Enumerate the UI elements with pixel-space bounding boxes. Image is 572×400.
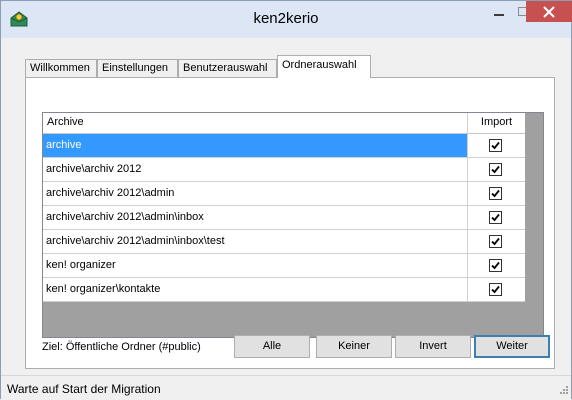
folder-name-cell[interactable]: archive\archiv 2012\admin\inbox (43, 206, 468, 230)
select-all-button[interactable]: Alle (234, 335, 310, 358)
tab-ordnerauswahl[interactable]: Ordnerauswahl (277, 55, 371, 78)
checkmark-icon (491, 165, 500, 174)
title-bar[interactable]: ken2kerio (1, 1, 572, 38)
checkmark-icon (491, 189, 500, 198)
close-icon (543, 6, 555, 18)
tab-benutzerauswahl[interactable]: Benutzerauswahl (178, 59, 277, 77)
import-checkbox[interactable] (489, 211, 502, 224)
folder-grid[interactable]: Archive Import archive archive\archiv 201… (42, 112, 544, 338)
status-bar: Warte auf Start der Migration (1, 375, 571, 400)
status-text: Warte auf Start der Migration (7, 382, 161, 396)
main-window: ken2kerio Willkommen Einstellungen Benut… (0, 0, 572, 400)
tab-einstellungen[interactable]: Einstellungen (97, 59, 178, 77)
table-row[interactable]: archive\archiv 2012 (43, 158, 525, 182)
table-row[interactable]: archive\archiv 2012\admin\inbox\test (43, 230, 525, 254)
column-header-import[interactable]: Import (468, 113, 525, 133)
import-checkbox[interactable] (489, 259, 502, 272)
import-cell (468, 182, 525, 206)
checkmark-icon (491, 285, 500, 294)
import-checkbox[interactable] (489, 139, 502, 152)
minimize-icon (494, 14, 504, 16)
tab-willkommen[interactable]: Willkommen (25, 59, 97, 77)
resize-grip-icon[interactable] (558, 384, 568, 397)
import-cell (468, 134, 525, 158)
invert-button[interactable]: Invert (395, 335, 471, 358)
table-row[interactable]: archive\archiv 2012\admin\inbox (43, 206, 525, 230)
import-checkbox[interactable] (489, 235, 502, 248)
table-row[interactable]: archive\archiv 2012\admin (43, 182, 525, 206)
folder-name-cell[interactable]: archive (43, 134, 468, 158)
import-checkbox[interactable] (489, 187, 502, 200)
close-button[interactable] (526, 1, 572, 22)
table-row[interactable]: ken! organizer\kontakte (43, 278, 525, 302)
checkmark-icon (491, 261, 500, 270)
minimize-button[interactable] (487, 1, 511, 22)
table-row[interactable]: archive (43, 134, 525, 158)
import-cell (468, 158, 525, 182)
tab-panel-ordnerauswahl: Archive Import archive archive\archiv 201… (25, 77, 555, 369)
next-button[interactable]: Weiter (474, 335, 550, 358)
table-row[interactable]: ken! organizer (43, 254, 525, 278)
import-cell (468, 230, 525, 254)
import-checkbox[interactable] (489, 163, 502, 176)
checkmark-icon (491, 237, 500, 246)
checkmark-icon (491, 141, 500, 150)
import-cell (468, 254, 525, 278)
folder-name-cell[interactable]: archive\archiv 2012\admin (43, 182, 468, 206)
import-checkbox[interactable] (489, 283, 502, 296)
import-cell (468, 278, 525, 302)
column-header-archive[interactable]: Archive (43, 113, 468, 133)
grid-header: Archive Import (43, 113, 525, 134)
checkmark-icon (491, 213, 500, 222)
folder-name-cell[interactable]: archive\archiv 2012\admin\inbox\test (43, 230, 468, 254)
folder-name-cell[interactable]: archive\archiv 2012 (43, 158, 468, 182)
target-label: Ziel: Öffentliche Ordner (#public) (42, 341, 201, 353)
window-title: ken2kerio (253, 10, 319, 27)
folder-name-cell[interactable]: ken! organizer\kontakte (43, 278, 468, 302)
select-none-button[interactable]: Keiner (316, 335, 392, 358)
folder-name-cell[interactable]: ken! organizer (43, 254, 468, 278)
import-cell (468, 206, 525, 230)
